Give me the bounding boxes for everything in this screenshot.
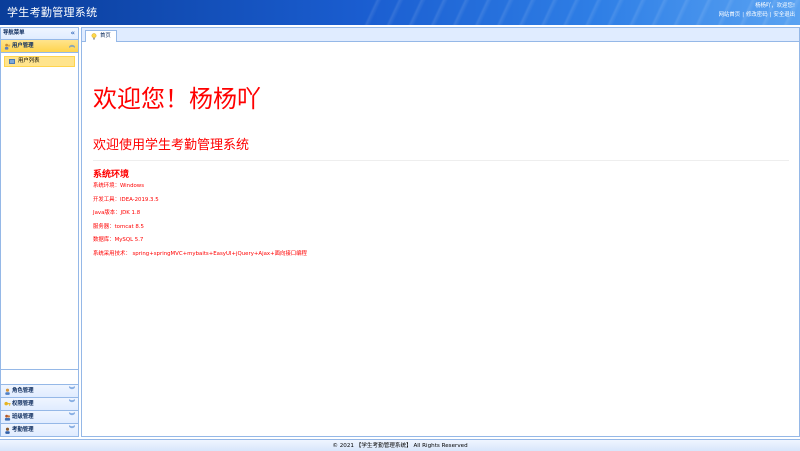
main-content: 欢迎您！杨杨吖 欢迎使用学生考勤管理系统 系统环境 系统环境：Windows 开… (81, 42, 800, 437)
panel-role-management[interactable]: 角色管理 ︾ (1, 384, 78, 397)
expand-panel-icon[interactable]: ︾ (69, 398, 75, 410)
env-java: Java版本：JDK 1.8 (93, 210, 141, 216)
footer: © 2021 【学生考勤管理系统】 All Rights Reserved (0, 439, 800, 451)
panel-label: 权限管理 (12, 401, 34, 407)
attendance-icon (5, 427, 10, 434)
user-greeting: 杨杨吖，欢迎您! (755, 3, 795, 9)
welcome-subtitle: 欢迎使用学生考勤管理系统 (93, 138, 250, 153)
env-section-title: 系统环境 (93, 170, 130, 180)
tab-label: 首页 (100, 33, 111, 39)
app-header: 学生考勤管理系统 杨杨吖，欢迎您! 网站首页 | 修改密码 | 安全退出 (0, 0, 800, 25)
class-icon (4, 414, 11, 421)
expand-panel-icon[interactable]: ︾ (69, 411, 75, 423)
env-ide: 开发工具：IDEA-2019.3.5 (93, 196, 159, 203)
env-database: 数据库：MySQL 5.7 (93, 237, 144, 243)
header-links: 网站首页 | 修改密码 | 安全退出 (718, 12, 795, 18)
panel-user-management[interactable]: 用户管理 ︽ (1, 40, 78, 53)
tab-bar: 首页 (81, 27, 800, 43)
env-os: 系统环境：Windows (93, 183, 145, 189)
menu-item-label: 用户列表 (18, 58, 40, 64)
app-title: 学生考勤管理系统 (7, 6, 98, 19)
panel-label: 班级管理 (12, 414, 34, 420)
bulb-icon (91, 33, 97, 40)
header-user-area: 杨杨吖，欢迎您! 网站首页 | 修改密码 | 安全退出 (719, 2, 795, 20)
sidebar: 导航菜单 « 用户管理 ︽ 用户列表 角色管理 ︾ 权限管理 ︾ 班级管理 ︾ (0, 27, 79, 437)
divider (93, 160, 789, 161)
key-icon (4, 401, 11, 406)
panel-label: 角色管理 (12, 388, 34, 394)
panel-class-management[interactable]: 班级管理 ︾ (1, 410, 78, 423)
sidebar-title: 导航菜单 « (1, 28, 78, 40)
user-group-icon (4, 43, 11, 50)
sidebar-title-label: 导航菜单 (3, 30, 25, 36)
expand-panel-icon[interactable]: ︾ (69, 385, 75, 397)
expand-panel-icon[interactable]: ︾ (69, 424, 75, 436)
panel-attendance-management[interactable]: 考勤管理 ︾ (1, 423, 78, 436)
env-list: 系统环境：Windows 开发工具：IDEA-2019.3.5 Java版本：J… (93, 183, 307, 264)
user-management-panel-body: 用户列表 (1, 53, 78, 370)
home-link[interactable]: 网站首页 (719, 12, 741, 18)
env-tech: 系统采用技术： spring+springMVC+mybaits+EasyUI+… (93, 250, 307, 257)
logout-link[interactable]: 安全退出 (773, 12, 795, 18)
panel-label: 考勤管理 (12, 427, 34, 433)
list-icon (9, 59, 15, 64)
role-icon (5, 388, 10, 395)
menu-item-user-list[interactable]: 用户列表 (4, 56, 75, 67)
panel-label: 用户管理 (12, 43, 34, 49)
collapse-panel-icon[interactable]: ︽ (69, 40, 75, 52)
welcome-heading: 欢迎您！杨杨吖 (93, 85, 261, 113)
panel-permission-management[interactable]: 权限管理 ︾ (1, 397, 78, 410)
collapse-sidebar-icon[interactable]: « (70, 28, 75, 39)
change-password-link[interactable]: 修改密码 (746, 12, 768, 18)
env-server: 服务器：tomcat 8.5 (93, 223, 144, 230)
collapsed-panels: 角色管理 ︾ 权限管理 ︾ 班级管理 ︾ 考勤管理 ︾ (1, 384, 78, 436)
